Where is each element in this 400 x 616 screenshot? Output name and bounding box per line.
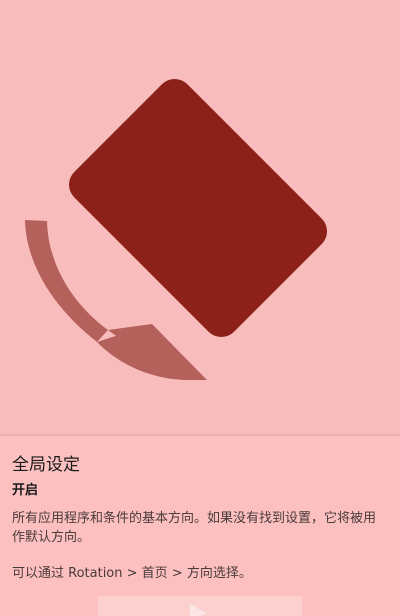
setting-description: 所有应用程序和条件的基本方向。如果没有找到设置，它将被用作默认方向。 [12, 511, 377, 545]
global-setting-card[interactable]: 全局设定 开启 所有应用程序和条件的基本方向。如果没有找到设置，它将被用作默认方… [0, 436, 400, 616]
orientation-illustration [0, 0, 400, 436]
setting-title: 全局设定 [12, 455, 80, 475]
screen: 全局设定 开启 所有应用程序和条件的基本方向。如果没有找到设置，它将被用作默认方… [0, 0, 400, 616]
play-button[interactable] [98, 596, 302, 616]
play-icon [190, 604, 206, 616]
phone-rotated-icon [68, 78, 328, 338]
setting-status: 开启 [12, 483, 39, 498]
setting-hint: 可以通过 Rotation > 首页 > 方向选择。 [12, 566, 252, 581]
